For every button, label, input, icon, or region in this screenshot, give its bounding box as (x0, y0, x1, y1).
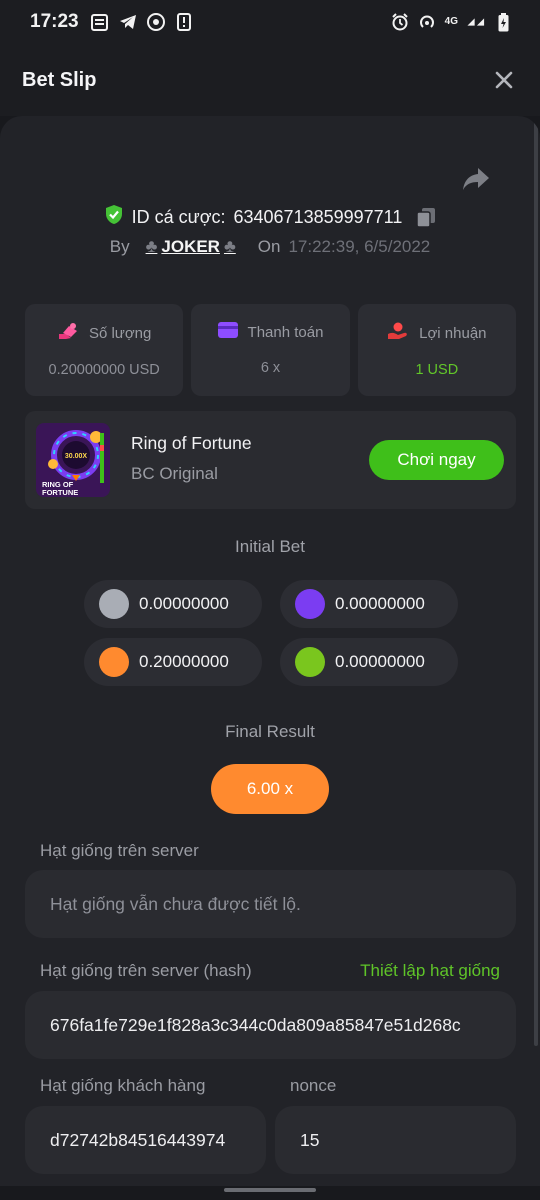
status-bar: 17:23 4G (0, 0, 540, 44)
club-icon: ♣ (145, 236, 158, 256)
stat-amount: Số lượng 0.20000000 USD (25, 304, 184, 396)
news-icon (91, 13, 109, 31)
close-icon[interactable] (490, 66, 518, 94)
game-provider: BC Original (131, 464, 218, 483)
telegram-icon (119, 13, 137, 31)
stat-profit: Lợi nhuận 1 USD (357, 304, 516, 396)
payout-card-icon (217, 322, 238, 342)
home-gesture-pill[interactable] (224, 1188, 316, 1192)
chrome-icon (146, 13, 165, 31)
stat-label: Số lượng (88, 324, 152, 342)
notification-icon (175, 13, 193, 31)
chip-value: 0.00000000 (335, 594, 425, 613)
chip-color-dot (295, 647, 325, 677)
club-icon: ♣ (223, 236, 236, 256)
bet-slip-header: Bet Slip (0, 44, 540, 116)
chip-bet-grey: 0.00000000 (84, 580, 262, 628)
game-name: Ring of Fortune (131, 433, 252, 453)
chip-value: 0.00000000 (139, 594, 229, 613)
network-type: 4G (444, 16, 458, 27)
client-seed-label: Hạt giống khách hàng (40, 1076, 206, 1095)
player-name: JOKER (161, 236, 220, 256)
chip-bet-purple: 0.00000000 (280, 580, 458, 628)
chip-bet-green: 0.00000000 (280, 638, 458, 686)
stat-label: Thanh toán (247, 323, 324, 341)
game-thumbnail[interactable]: 30.00X RING OF FORTUNE (36, 423, 110, 497)
bet-stats: Số lượng 0.20000000 USD Thanh toán 6 x L… (25, 304, 516, 396)
signal-icon (467, 13, 485, 31)
final-result-title: Final Result (225, 722, 315, 741)
stat-label: Lợi nhuận (419, 324, 487, 342)
server-seed-field[interactable]: Hạt giống vẫn chưa được tiết lộ. (25, 870, 516, 938)
alarm-icon (391, 13, 409, 31)
play-now-button[interactable]: Chơi ngay (369, 440, 504, 480)
bet-meta-row: By ♣ JOKER ♣ On 17:22:39, 6/5/2022 (0, 236, 540, 257)
nonce-label: nonce (290, 1076, 337, 1095)
player-link[interactable]: ♣ JOKER ♣ (146, 236, 236, 257)
bet-id-value: 63406713859997711 (233, 206, 403, 227)
bet-id-row: ID cá cược: 63406713859997711 (0, 204, 540, 230)
nonce-field[interactable]: 15 (275, 1106, 516, 1174)
bet-time: 17:22:39, 6/5/2022 (288, 236, 431, 256)
chip-value: 0.20000000 (139, 652, 229, 671)
server-seed-label: Hạt giống trên server (40, 841, 199, 860)
chip-color-dot (99, 647, 129, 677)
bet-detail-panel: ID cá cược: 63406713859997711 By ♣ JOKER… (0, 116, 540, 1186)
chip-color-dot (99, 589, 129, 619)
status-time: 17:23 (30, 11, 79, 32)
client-seed-field[interactable]: d72742b84516443974 (25, 1106, 266, 1174)
battery-icon (494, 12, 512, 31)
status-icons-right: 4G (391, 12, 512, 31)
chip-bet-orange: 0.20000000 (84, 638, 262, 686)
server-hash-field[interactable]: 676fa1fe729e1f828a3c344c0da809a85847e51d… (25, 991, 516, 1059)
bet-id-label: ID cá cược: (131, 206, 226, 227)
chip-color-dot (295, 589, 325, 619)
profit-hand-icon (387, 322, 409, 344)
chip-value: 0.00000000 (335, 652, 425, 671)
hotspot-icon (418, 13, 436, 31)
copy-icon[interactable] (416, 207, 436, 228)
on-label: On (257, 236, 281, 256)
page-title: Bet Slip (22, 68, 97, 91)
thumb-multiplier: 30.00X (65, 453, 88, 460)
final-result-badge: 6.00 x (211, 764, 329, 814)
status-icons-left (91, 13, 193, 31)
share-icon[interactable] (462, 166, 490, 192)
thumb-title-2: FORTUNE (42, 488, 78, 497)
verified-shield-icon (104, 204, 124, 230)
stat-value: 0.20000000 USD (48, 362, 160, 378)
stat-payout: Thanh toán 6 x (191, 304, 350, 396)
stat-value: 6 x (260, 360, 281, 376)
by-label: By (109, 236, 130, 256)
wager-icon (57, 322, 79, 344)
stat-value: 1 USD (415, 362, 459, 378)
server-hash-label: Hạt giống trên server (hash) (40, 961, 252, 980)
initial-bet-title: Initial Bet (235, 537, 305, 556)
game-card: 30.00X RING OF FORTUNE Ring of Fortune B… (25, 411, 516, 509)
set-seed-link[interactable]: Thiết lập hạt giống (360, 961, 500, 981)
